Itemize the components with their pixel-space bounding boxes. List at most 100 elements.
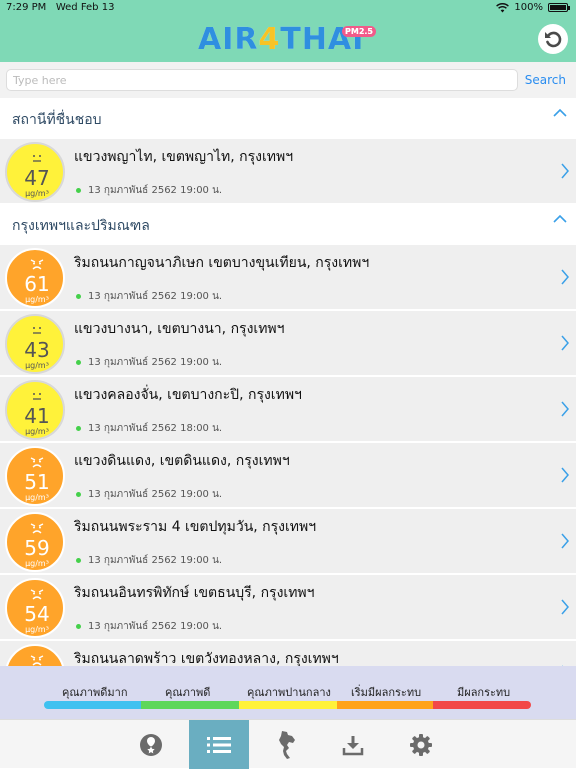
station-name: ริมถนนลาดพร้าว เขตวังทองหลาง, กรุงเทพฯ bbox=[74, 651, 339, 667]
app-header: AIR4THAI PM2.5 bbox=[0, 16, 576, 62]
station-time: 13 กุมภาพันธ์ 2562 19:00 น. bbox=[88, 185, 223, 196]
station-row[interactable]: 51 μg/m³ แขวงดินแดง, เขตดินแดง, กรุงเทพฯ 13… bbox=[0, 443, 576, 509]
gear-icon bbox=[410, 733, 432, 756]
station-name: แขวงคลองจั่น, เขตบางกะปิ, กรุงเทพฯ bbox=[74, 387, 302, 403]
aqi-unit: μg/m³ bbox=[25, 295, 49, 304]
station-name: แขวงพญาไท, เขตพญาไท, กรุงเทพฯ bbox=[74, 149, 294, 165]
status-right: 100% bbox=[496, 2, 570, 13]
station-name: ริมถนนพระราม 4 เขตปทุมวัน, กรุงเทพฯ bbox=[74, 519, 317, 535]
aqi-badge: μg/m³ bbox=[5, 644, 65, 666]
chevron-right-icon[interactable] bbox=[560, 269, 570, 285]
chevron-up-icon[interactable] bbox=[552, 107, 568, 119]
legend-label: คุณภาพปานกลาง bbox=[247, 686, 331, 699]
aqi-legend: คุณภาพดีมาก คุณภาพดี คุณภาพปานกลาง เริ่มมีผ… bbox=[0, 666, 576, 719]
chevron-right-icon[interactable] bbox=[560, 401, 570, 417]
aqi-unit: μg/m³ bbox=[25, 559, 49, 568]
station-time: 13 กุมภาพันธ์ 2562 19:00 น. bbox=[88, 489, 223, 500]
station-name: ริมถนนอินทรพิทักษ์ เขตธนบุรี, กรุงเทพฯ bbox=[74, 585, 315, 601]
battery-icon bbox=[548, 3, 570, 12]
aqi-value: 43 bbox=[24, 338, 50, 362]
station-row[interactable]: 59 μg/m³ ริมถนนพระราม 4 เขตปทุมวัน, กรุงเท… bbox=[0, 509, 576, 575]
sad-face-icon bbox=[30, 655, 44, 666]
section-bangkok-header[interactable]: กรุงเทพฯและปริมณฑล bbox=[0, 204, 576, 242]
aqi-value: 59 bbox=[24, 536, 50, 560]
station-time: 13 กุมภาพันธ์ 2562 19:00 น. bbox=[88, 555, 223, 566]
neutral-face-icon bbox=[33, 155, 41, 162]
aqi-badge: 41 μg/m³ bbox=[5, 380, 65, 440]
station-name: แขวงดินแดง, เขตดินแดง, กรุงเทพฯ bbox=[74, 453, 290, 469]
station-time: 13 กุมภาพันธ์ 2562 19:00 น. bbox=[88, 291, 223, 302]
refresh-icon bbox=[545, 31, 562, 48]
refresh-button[interactable] bbox=[538, 24, 568, 54]
aqi-unit: μg/m³ bbox=[25, 361, 49, 370]
station-name: แขวงบางนา, เขตบางนา, กรุงเทพฯ bbox=[74, 321, 285, 337]
aqi-value: 47 bbox=[24, 166, 50, 190]
app-logo: AIR4THAI PM2.5 bbox=[198, 22, 376, 57]
status-dot bbox=[76, 558, 81, 563]
status-bar: 7:29 PM Wed Feb 13 100% bbox=[0, 0, 576, 16]
aqi-unit: μg/m³ bbox=[25, 427, 49, 436]
chevron-right-icon[interactable] bbox=[560, 533, 570, 549]
legend-color-bar bbox=[141, 701, 239, 709]
favorite-location-icon bbox=[140, 733, 162, 756]
legend-label: มีผลกระทบ bbox=[457, 686, 511, 699]
search-bar: Search bbox=[0, 62, 576, 98]
station-time: 13 กุมภาพันธ์ 2562 19:00 น. bbox=[88, 357, 223, 368]
status-dot bbox=[76, 426, 81, 431]
aqi-value: 54 bbox=[24, 602, 50, 626]
aqi-unit: μg/m³ bbox=[25, 493, 49, 502]
station-row[interactable]: 47 μg/m³ แขวงพญาไท, เขตพญาไท, กรุงเทพฯ 13 ก… bbox=[0, 139, 576, 205]
tab-map[interactable] bbox=[256, 720, 316, 769]
tab-bar bbox=[0, 719, 576, 769]
station-row[interactable]: 43 μg/m³ แขวงบางนา, เขตบางนา, กรุงเทพฯ 13 ก… bbox=[0, 311, 576, 377]
search-input[interactable] bbox=[6, 69, 518, 91]
section-favorites-header[interactable]: สถานีที่ชื่นชอบ bbox=[0, 98, 576, 136]
chevron-right-icon[interactable] bbox=[560, 335, 570, 351]
station-time: 13 กุมภาพันธ์ 2562 18:00 น. bbox=[88, 423, 223, 434]
download-icon bbox=[342, 735, 364, 755]
section-title: กรุงเทพฯและปริมณฑล bbox=[12, 218, 150, 234]
chevron-up-icon[interactable] bbox=[552, 213, 568, 225]
station-row[interactable]: 61 μg/m³ ริมถนนกาญจนาภิเษก เขตบางขุนเทียน,… bbox=[0, 245, 576, 311]
aqi-value: 61 bbox=[24, 272, 50, 296]
neutral-face-icon bbox=[33, 327, 41, 334]
aqi-unit: μg/m³ bbox=[25, 189, 49, 198]
legend-color-bar bbox=[433, 701, 531, 709]
tab-list[interactable] bbox=[189, 720, 249, 769]
sad-face-icon bbox=[30, 589, 44, 600]
section-title: สถานีที่ชื่นชอบ bbox=[12, 112, 102, 128]
status-dot bbox=[76, 188, 81, 193]
chevron-right-icon[interactable] bbox=[560, 467, 570, 483]
chevron-right-icon[interactable] bbox=[560, 599, 570, 615]
status-dot bbox=[76, 294, 81, 299]
search-button[interactable]: Search bbox=[525, 73, 566, 87]
sad-face-icon bbox=[30, 259, 44, 270]
tab-settings[interactable] bbox=[391, 720, 451, 769]
station-row[interactable]: 54 μg/m³ ริมถนนอินทรพิทักษ์ เขตธนบุรี, กรุ… bbox=[0, 575, 576, 641]
neutral-face-icon bbox=[33, 393, 41, 400]
aqi-value: 41 bbox=[24, 404, 50, 428]
legend-color-bar bbox=[44, 701, 141, 709]
legend-label: เริ่มมีผลกระทบ bbox=[351, 686, 422, 699]
aqi-badge: 51 μg/m³ bbox=[5, 446, 65, 506]
logo-pm-badge: PM2.5 bbox=[342, 26, 376, 37]
status-dot bbox=[76, 624, 81, 629]
station-row[interactable]: 41 μg/m³ แขวงคลองจั่น, เขตบางกะปิ, กรุงเทพ… bbox=[0, 377, 576, 443]
tab-download[interactable] bbox=[323, 720, 383, 769]
wifi-icon bbox=[496, 2, 510, 12]
status-dot bbox=[76, 360, 81, 365]
station-row[interactable]: μg/m³ ริมถนนลาดพร้าว เขตวังทองหลาง, กรุงเ… bbox=[0, 641, 576, 668]
station-name: ริมถนนกาญจนาภิเษก เขตบางขุนเทียน, กรุงเท… bbox=[74, 255, 370, 271]
status-time: 7:29 PM bbox=[6, 2, 47, 13]
aqi-badge: 61 μg/m³ bbox=[5, 248, 65, 308]
aqi-badge: 43 μg/m³ bbox=[5, 314, 65, 374]
aqi-badge: 54 μg/m³ bbox=[5, 578, 65, 638]
sad-face-icon bbox=[30, 523, 44, 534]
tab-favorites[interactable] bbox=[121, 720, 181, 769]
chevron-right-icon[interactable] bbox=[560, 163, 570, 179]
status-date: Wed Feb 13 bbox=[55, 2, 115, 13]
legend-color-bar bbox=[337, 701, 435, 709]
status-time-date: 7:29 PM Wed Feb 13 bbox=[6, 2, 114, 13]
battery-percent: 100% bbox=[514, 2, 543, 13]
thailand-map-icon bbox=[279, 730, 295, 759]
